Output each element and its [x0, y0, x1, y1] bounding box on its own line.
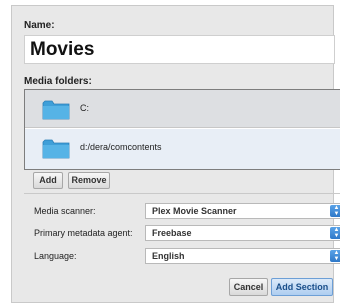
select-arrows-icon: ▲ ▼: [330, 227, 340, 239]
add-section-dialog: Name: Movies Media folders: C: d:/dera/c…: [11, 5, 340, 303]
media-folders-list: C: d:/dera/comcontents: [24, 89, 340, 170]
select-arrows-icon: ▲ ▼: [330, 205, 340, 217]
media-folders-label: Media folders:: [24, 76, 92, 87]
add-section-button[interactable]: Add Section: [271, 278, 333, 296]
metadata-agent-select[interactable]: Freebase ▲ ▼: [145, 225, 340, 241]
name-input[interactable]: Movies: [24, 35, 335, 64]
metadata-agent-label: Primary metadata agent:: [34, 228, 133, 238]
select-arrows-icon: ▲ ▼: [330, 250, 340, 262]
media-scanner-label: Media scanner:: [34, 206, 96, 216]
language-value: English: [152, 251, 185, 261]
language-select[interactable]: English ▲ ▼: [145, 248, 340, 264]
folder-row[interactable]: C:: [25, 90, 340, 128]
divider: [24, 193, 340, 194]
folder-icon: [42, 139, 70, 159]
folder-path: C:: [80, 103, 89, 113]
folder-row[interactable]: d:/dera/comcontents: [25, 129, 340, 169]
language-label: Language:: [34, 251, 77, 261]
metadata-agent-value: Freebase: [152, 228, 192, 238]
media-scanner-value: Plex Movie Scanner: [152, 206, 237, 216]
folder-icon: [42, 100, 70, 120]
media-scanner-select[interactable]: Plex Movie Scanner ▲ ▼: [145, 203, 340, 219]
add-folder-button[interactable]: Add: [33, 172, 63, 189]
name-label: Name:: [24, 20, 55, 31]
folder-path: d:/dera/comcontents: [80, 142, 162, 152]
remove-folder-button[interactable]: Remove: [68, 172, 110, 189]
cancel-button[interactable]: Cancel: [229, 278, 268, 296]
